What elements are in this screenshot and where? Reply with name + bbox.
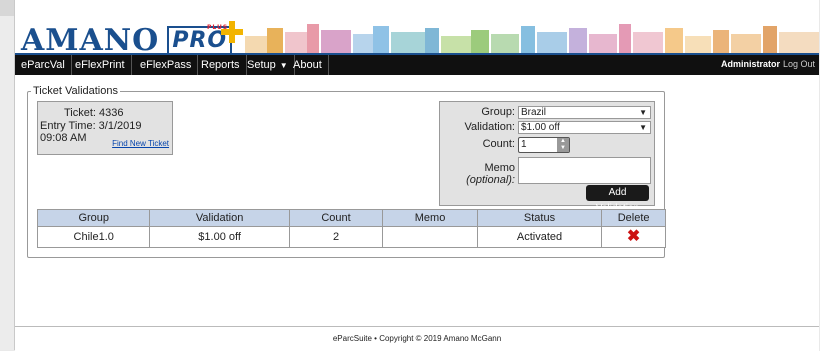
count-value: 1 [521, 139, 527, 150]
panel-legend: Ticket Validations [31, 85, 120, 97]
plus-icon [221, 21, 243, 43]
header: AMANO PRO PLUS [15, 0, 819, 53]
ticket-number: Ticket: 4336 [64, 107, 124, 119]
group-select-value: Brazil [521, 107, 547, 118]
col-count[interactable]: Count [288, 209, 384, 227]
cell-status: Activated [476, 226, 603, 248]
app-frame: AMANO PRO PLUS eParcVal eFlexPrint eFlex… [14, 0, 819, 351]
cell-validation: $1.00 off [149, 226, 290, 248]
memo-optional-text: (optional): [466, 174, 515, 186]
top-nav-bar: eParcVal eFlexPrint eFlexPass Reports Se… [15, 53, 819, 75]
memo-label-text: Memo [484, 162, 515, 174]
logout-link[interactable]: Log Out [783, 59, 815, 69]
find-new-ticket-link[interactable]: Find New Ticket [112, 139, 169, 148]
validation-select[interactable]: $1.00 off ▼ [518, 121, 651, 134]
col-status[interactable]: Status [476, 209, 603, 227]
validation-label: Validation: [464, 121, 515, 133]
count-stepper[interactable]: 1 ▲ ▼ [518, 137, 570, 153]
table-header-row: Group Validation Count Memo Status Delet… [36, 209, 666, 227]
skyline-banner [245, 24, 819, 53]
memo-field[interactable] [518, 157, 651, 184]
ticket-info-box: Ticket: 4336 Entry Time: 3/1/2019 09:08 … [37, 101, 173, 155]
user-area: Administrator Log Out [721, 55, 815, 75]
add-validation-button[interactable]: Add Validation [586, 185, 649, 214]
nav-eparcval[interactable]: eParcVal [15, 55, 72, 75]
delete-x-icon[interactable]: ✖ [627, 228, 640, 245]
col-memo[interactable]: Memo [382, 209, 478, 227]
count-label: Count: [482, 138, 515, 150]
cell-count: 2 [288, 226, 384, 248]
amano-logo: AMANO PRO PLUS [21, 21, 243, 53]
table-row: Chile1.0 $1.00 off 2 Activated ✖ [36, 226, 666, 248]
chevron-down-icon: ▼ [639, 123, 647, 132]
window-tab [0, 0, 14, 16]
memo-label: Memo (optional): [442, 162, 515, 186]
spin-arrows-icon[interactable]: ▲ ▼ [557, 138, 569, 152]
group-select[interactable]: Brazil ▼ [518, 106, 651, 119]
nav-setup-label: Setup [247, 59, 276, 71]
validations-table: Group Validation Count Memo Status Delet… [36, 209, 666, 248]
validation-select-value: $1.00 off [521, 122, 560, 133]
group-label: Group: [481, 106, 515, 118]
add-validation-form: Group: Brazil ▼ Validation: $1.00 off ▼ Co… [439, 101, 655, 214]
col-delete: Delete [601, 209, 666, 227]
cell-group: Chile1.0 [36, 226, 151, 248]
col-group[interactable]: Group [36, 209, 151, 227]
nav-eflexprint[interactable]: eFlexPrint [69, 55, 132, 75]
col-validation[interactable]: Validation [149, 209, 290, 227]
footer: eParcSuite • Copyright © 2019 Amano McGa… [15, 326, 819, 351]
chevron-down-icon: ▼ [639, 108, 647, 117]
cell-delete: ✖ [601, 226, 666, 248]
logo-text: AMANO [21, 23, 160, 53]
window-left-strip [0, 0, 14, 350]
nav-about[interactable]: About [287, 55, 329, 75]
nav-reports[interactable]: Reports [195, 55, 247, 75]
username: Administrator [720, 59, 780, 69]
nav-eflexpass[interactable]: eFlexPass [134, 55, 199, 75]
cell-memo [382, 226, 478, 248]
